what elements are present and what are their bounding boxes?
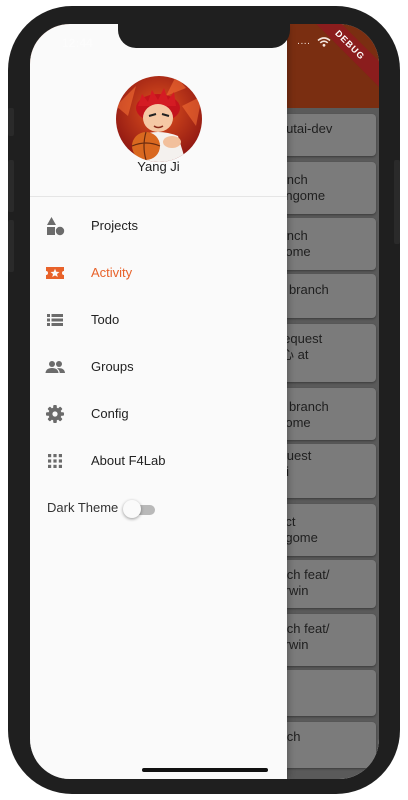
dark-theme-row: Dark Theme bbox=[30, 494, 287, 524]
apps-grid-icon bbox=[48, 454, 62, 468]
status-icons: ···· bbox=[297, 37, 331, 49]
menu-item-config[interactable]: Config bbox=[30, 391, 287, 438]
menu-item-projects[interactable]: Projects bbox=[30, 203, 287, 250]
card-line: n hutai-dev bbox=[278, 121, 333, 136]
activity-card[interactable]: branchingome bbox=[278, 218, 376, 270]
activity-card[interactable]: ojectLingome bbox=[278, 504, 376, 556]
toggle-thumb bbox=[123, 500, 141, 518]
avatar[interactable] bbox=[116, 76, 202, 162]
activity-card[interactable]: branch/ Lingome bbox=[278, 162, 376, 214]
card-line: request bbox=[278, 448, 312, 463]
card-line: oject bbox=[278, 504, 376, 530]
activity-card[interactable]: ect branch bbox=[278, 274, 376, 318]
menu-item-label: Todo bbox=[91, 312, 120, 327]
card-line: ect branch bbox=[278, 399, 329, 414]
ticket-star-icon bbox=[46, 267, 64, 279]
shapes-icon bbox=[47, 217, 65, 236]
card-line: branch bbox=[278, 228, 308, 243]
activity-card[interactable]: che bbox=[278, 670, 376, 716]
card-line: ingome bbox=[278, 244, 311, 259]
menu-item-about[interactable]: About F4Lab bbox=[30, 438, 287, 485]
menu-item-groups[interactable]: Groups bbox=[30, 344, 287, 391]
activity-card[interactable]: n hutai-dev bbox=[278, 114, 376, 156]
activity-card[interactable]: ranch bbox=[278, 722, 376, 768]
menu-item-label: Groups bbox=[91, 359, 134, 374]
card-line: ect branch bbox=[278, 282, 329, 297]
list-icon bbox=[47, 314, 63, 326]
card-line: ingome bbox=[278, 415, 311, 430]
card-line: ch bbox=[278, 670, 376, 692]
avatar-illustration bbox=[116, 76, 202, 162]
status-time: 12:44 bbox=[62, 36, 93, 50]
navigation-drawer: Yang Ji Projects Activity Todo Groups Co… bbox=[30, 24, 287, 779]
user-name: Yang Ji bbox=[137, 159, 180, 174]
gear-icon bbox=[46, 405, 64, 423]
card-line: / Lingome bbox=[278, 188, 326, 203]
screen: DEBUG n hutai-dev branch/ Lingome branch… bbox=[30, 24, 379, 779]
card-line: ranch bbox=[278, 729, 301, 744]
card-line: e ui bbox=[278, 464, 376, 480]
volume-up-button bbox=[8, 160, 14, 212]
phone-frame: DEBUG n hutai-dev branch/ Lingome branch… bbox=[0, 0, 408, 800]
card-line: ranch feat/ bbox=[278, 621, 330, 636]
home-indicator[interactable] bbox=[142, 768, 268, 772]
activity-card[interactable]: ranch feat/Darwin bbox=[278, 560, 376, 608]
card-line: Darwin bbox=[278, 583, 309, 598]
wifi-icon bbox=[317, 37, 331, 47]
volume-down-button bbox=[8, 220, 14, 272]
signal-dots: ···· bbox=[296, 38, 311, 49]
card-line: e bbox=[278, 692, 376, 708]
card-line: branch bbox=[278, 172, 308, 187]
menu-item-label: Projects bbox=[91, 218, 138, 233]
power-button bbox=[394, 160, 400, 244]
activity-card[interactable]: ranch feat/Darwin bbox=[278, 614, 376, 666]
activity-card[interactable]: e request中心 at bbox=[278, 324, 376, 382]
people-icon bbox=[45, 361, 65, 373]
mute-switch bbox=[8, 108, 14, 136]
card-line: e request bbox=[278, 331, 323, 346]
notch bbox=[118, 24, 290, 48]
card-line: Lingome bbox=[278, 530, 318, 545]
menu-item-label: Activity bbox=[91, 265, 133, 280]
dark-theme-toggle[interactable] bbox=[123, 499, 155, 519]
menu-item-label: Config bbox=[91, 406, 129, 421]
card-line: Darwin bbox=[278, 637, 309, 652]
card-line: 中心 at bbox=[278, 347, 309, 362]
menu-item-activity[interactable]: Activity bbox=[30, 250, 287, 297]
card-line: ranch feat/ bbox=[278, 567, 330, 582]
activity-card[interactable]: ect branchingome bbox=[278, 388, 376, 440]
activity-card[interactable]: requeste ui bbox=[278, 444, 376, 498]
dark-theme-label: Dark Theme bbox=[47, 500, 119, 515]
menu-item-todo[interactable]: Todo bbox=[30, 297, 287, 344]
menu-item-label: About F4Lab bbox=[91, 453, 166, 468]
